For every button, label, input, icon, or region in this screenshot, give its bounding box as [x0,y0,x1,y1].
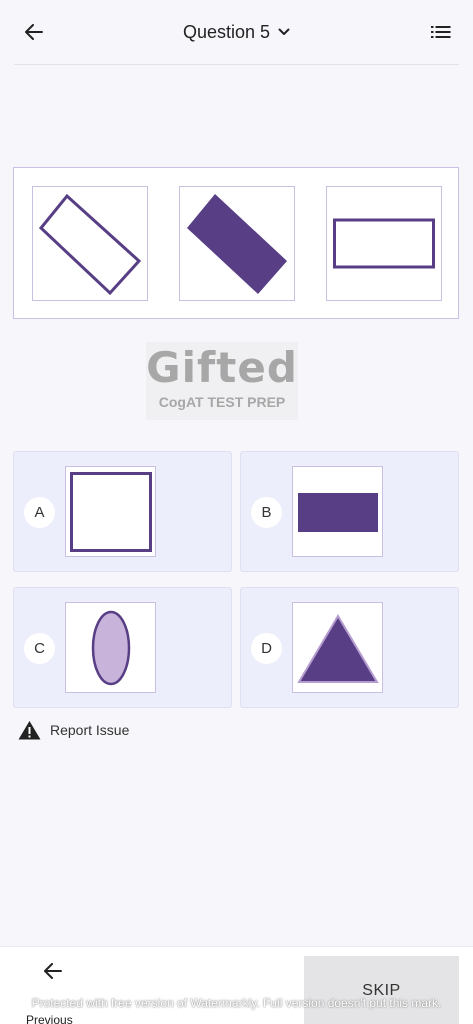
rectangle-filled-shape [298,493,378,532]
answer-option-a[interactable]: A [13,451,232,572]
arrow-left-icon [44,963,62,979]
question-selector[interactable]: Question 5 [0,18,473,46]
question-list-button[interactable] [427,18,455,46]
answer-option-b[interactable]: B [240,451,459,572]
bottom-navigation: Previous SKIP [0,946,473,1024]
square-outline-shape [70,472,152,552]
previous-label: Previous [26,1013,73,1024]
gifted-logo: Gifted CogAT TEST PREP [146,342,298,420]
header-divider [14,64,459,65]
question-figure-1 [32,186,148,301]
skip-button[interactable]: SKIP [304,956,459,1024]
tilted-rectangle-outline-shape [38,193,142,296]
triangle-shape [297,614,379,683]
ellipse-shape [91,610,131,686]
option-letter: A [24,497,55,528]
list-icon [431,26,451,38]
warning-icon [18,721,41,740]
answer-option-d[interactable]: D [240,587,459,708]
logo-title: Gifted [146,343,298,392]
tilted-rectangle-filled-shape [187,194,287,294]
option-figure [65,466,156,557]
report-issue-link[interactable]: Report Issue [18,719,129,741]
watermark-text: Protected with free version of Watermark… [31,996,442,1010]
report-issue-label: Report Issue [50,722,130,738]
chevron-down-icon [278,28,290,35]
logo-subtitle: CogAT TEST PREP [158,394,286,410]
answer-option-c[interactable]: C [13,587,232,708]
question-figure-panel [13,167,459,319]
option-figure [65,602,156,693]
option-figure [292,466,383,557]
option-letter: C [24,633,55,664]
option-letter: D [251,633,282,664]
top-bar: Question 5 [0,0,473,64]
question-figure-3 [326,186,442,301]
option-figure [292,602,383,693]
horizontal-rectangle-outline-shape [333,218,435,269]
option-letter: B [251,497,282,528]
page-title: Question 5 [182,21,271,42]
question-figure-2 [179,186,295,301]
